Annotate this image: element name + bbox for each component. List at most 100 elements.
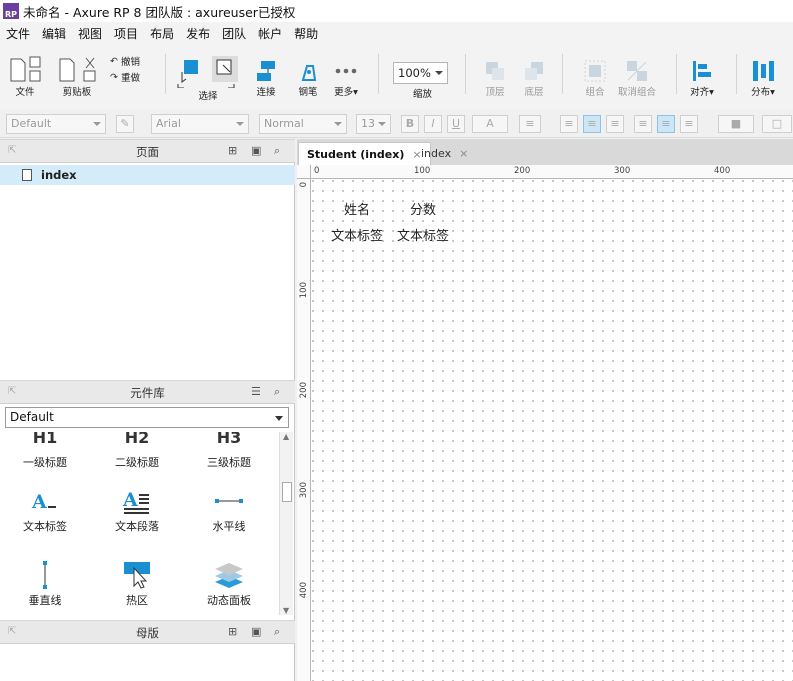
canvas-label-score[interactable]: 分数: [410, 199, 436, 218]
canvas-grid[interactable]: [312, 180, 793, 681]
bring-to-front-button[interactable]: 顶层: [482, 58, 508, 98]
menu-icon[interactable]: ☰: [251, 385, 261, 398]
widget-horizontal-line[interactable]: 水平线: [184, 484, 274, 534]
widget-vertical-line[interactable]: 垂直线: [0, 558, 90, 608]
align-right-icon[interactable]: ≡: [606, 115, 624, 133]
more-icon: [335, 68, 357, 74]
menu-file[interactable]: 文件: [6, 25, 30, 42]
widget-h3[interactable]: H3 三级标题: [184, 432, 274, 470]
design-canvas[interactable]: 0 100 200 300 400 0 100 200 300 400 姓名 分…: [297, 165, 793, 681]
window-title: 未命名 - Axure RP 8 团队版 : axureuser已授权: [23, 4, 296, 20]
zoom-label: 缩放: [413, 89, 433, 100]
ungroup-icon: [627, 61, 647, 81]
border-color-icon[interactable]: □: [762, 115, 792, 133]
tab-student-index[interactable]: Student (index) ×: [298, 142, 431, 165]
add-master-icon[interactable]: ⊞: [228, 625, 237, 638]
canvas-text-label-2[interactable]: 文本标签: [397, 225, 449, 244]
bullet-list-icon[interactable]: ≡: [519, 115, 541, 133]
align-left-icon[interactable]: ≡: [560, 115, 578, 133]
menu-help[interactable]: 帮助: [294, 25, 318, 42]
library-scrollbar[interactable]: ▲ ▼: [279, 432, 293, 615]
tab-index[interactable]: index ×: [413, 142, 476, 165]
menu-bar: 文件 编辑 视图 项目 布局 发布 团队 帐户 帮助: [0, 22, 793, 44]
add-folder-icon[interactable]: ▣: [251, 625, 261, 638]
widget-hotspot[interactable]: 热区: [92, 558, 182, 608]
close-icon[interactable]: ×: [459, 147, 468, 160]
widget-h2[interactable]: H2 二级标题: [92, 432, 182, 470]
menu-layout[interactable]: 布局: [150, 25, 174, 42]
canvas-label-name[interactable]: 姓名: [344, 199, 370, 218]
menu-account[interactable]: 帐户: [258, 25, 282, 42]
scroll-thumb[interactable]: [282, 482, 292, 502]
chevron-down-icon: [334, 122, 342, 126]
align-button[interactable]: 对齐▾: [689, 58, 715, 98]
send-back-icon: [525, 62, 543, 80]
connect-button[interactable]: 连接: [253, 58, 279, 98]
menu-project[interactable]: 项目: [114, 25, 138, 42]
more-button[interactable]: 更多▾: [333, 58, 359, 98]
chevron-down-icon: [93, 122, 101, 126]
menu-view[interactable]: 视图: [78, 25, 102, 42]
distribute-icon: [753, 61, 774, 81]
widget-paragraph[interactable]: A 文本段落: [92, 484, 182, 534]
add-page-icon[interactable]: ⊞: [228, 144, 237, 157]
group-button[interactable]: 组合: [582, 58, 608, 98]
scroll-down-icon[interactable]: ▼: [283, 606, 289, 615]
undo-button[interactable]: ↶ 撤销: [110, 54, 140, 69]
toolbar-divider: [378, 54, 379, 94]
font-weight-select[interactable]: Normal: [259, 114, 347, 134]
widget-library: H1 一级标题 H2 二级标题 H3 三级标题 A 文本标签 A 文本段落 水平…: [0, 432, 278, 615]
library-select[interactable]: Default: [5, 407, 289, 428]
clipboard-button[interactable]: 剪贴板: [56, 56, 98, 98]
widget-text-label[interactable]: A 文本标签: [0, 484, 90, 534]
zoom-select[interactable]: 100%: [393, 62, 448, 84]
select-button[interactable]: 选择: [176, 56, 240, 102]
widget-h1[interactable]: H1 一级标题: [0, 432, 90, 470]
hotspot-icon: [92, 558, 182, 592]
underline-button[interactable]: U: [447, 115, 465, 133]
menu-team[interactable]: 团队: [222, 25, 246, 42]
document-tabs: Student (index) × index ×: [297, 139, 793, 165]
send-to-back-button[interactable]: 底层: [521, 58, 547, 98]
style-editor-icon[interactable]: ✎: [116, 115, 134, 133]
widget-dynamic-panel[interactable]: 动态面板: [184, 558, 274, 608]
fill-color-icon[interactable]: ■: [718, 115, 754, 133]
toolbar-divider: [562, 54, 563, 94]
distribute-button[interactable]: 分布▾: [750, 58, 776, 98]
pen-button[interactable]: 钢笔: [295, 58, 321, 98]
page-item-index[interactable]: index: [0, 165, 295, 185]
menu-publish[interactable]: 发布: [186, 25, 210, 42]
valign-top-icon[interactable]: ≡: [634, 115, 652, 133]
font-size-select[interactable]: 13: [356, 114, 391, 134]
valign-middle-icon[interactable]: ≡: [657, 115, 675, 133]
style-select[interactable]: Default: [6, 114, 106, 134]
horizontal-line-icon: [184, 484, 274, 518]
font-family-select[interactable]: Arial: [151, 114, 249, 134]
canvas-text-label-1[interactable]: 文本标签: [331, 225, 383, 244]
svg-text:A: A: [122, 489, 138, 511]
search-icon[interactable]: ⌕: [274, 385, 280, 399]
search-icon[interactable]: ⌕: [274, 144, 280, 158]
bring-front-icon: [486, 62, 504, 80]
add-folder-icon[interactable]: ▣: [251, 144, 261, 157]
h1-icon: H1: [32, 432, 58, 447]
scroll-up-icon[interactable]: ▲: [283, 432, 289, 441]
ungroup-button[interactable]: 取消组合: [618, 58, 656, 98]
menu-edit[interactable]: 编辑: [42, 25, 66, 42]
masters-panel-header: ⇱ 母版 ⊞ ▣ ⌕: [0, 620, 295, 644]
h3-icon: H3: [216, 432, 242, 447]
select-mode-icon: [177, 56, 238, 88]
search-icon[interactable]: ⌕: [274, 625, 280, 639]
undo-icon: ↶: [110, 55, 118, 67]
valign-bottom-icon[interactable]: ≡: [680, 115, 698, 133]
font-color-button[interactable]: A: [472, 115, 508, 133]
redo-icon: ↷: [110, 71, 118, 83]
format-toolbar: Default ✎ Arial Normal 13 B I U A ≡ ≡ ≡ …: [0, 110, 793, 138]
file-button[interactable]: 文件: [8, 56, 42, 98]
text-label-icon: A: [0, 484, 90, 518]
italic-button[interactable]: I: [424, 115, 442, 133]
left-panel: ⇱ 页面 ⊞ ▣ ⌕ index ⇱ 元件库 ☰ ⌕ Default H1 一级…: [0, 139, 295, 681]
redo-button[interactable]: ↷ 重做: [110, 70, 140, 85]
bold-button[interactable]: B: [401, 115, 419, 133]
align-center-icon[interactable]: ≡: [583, 115, 601, 133]
